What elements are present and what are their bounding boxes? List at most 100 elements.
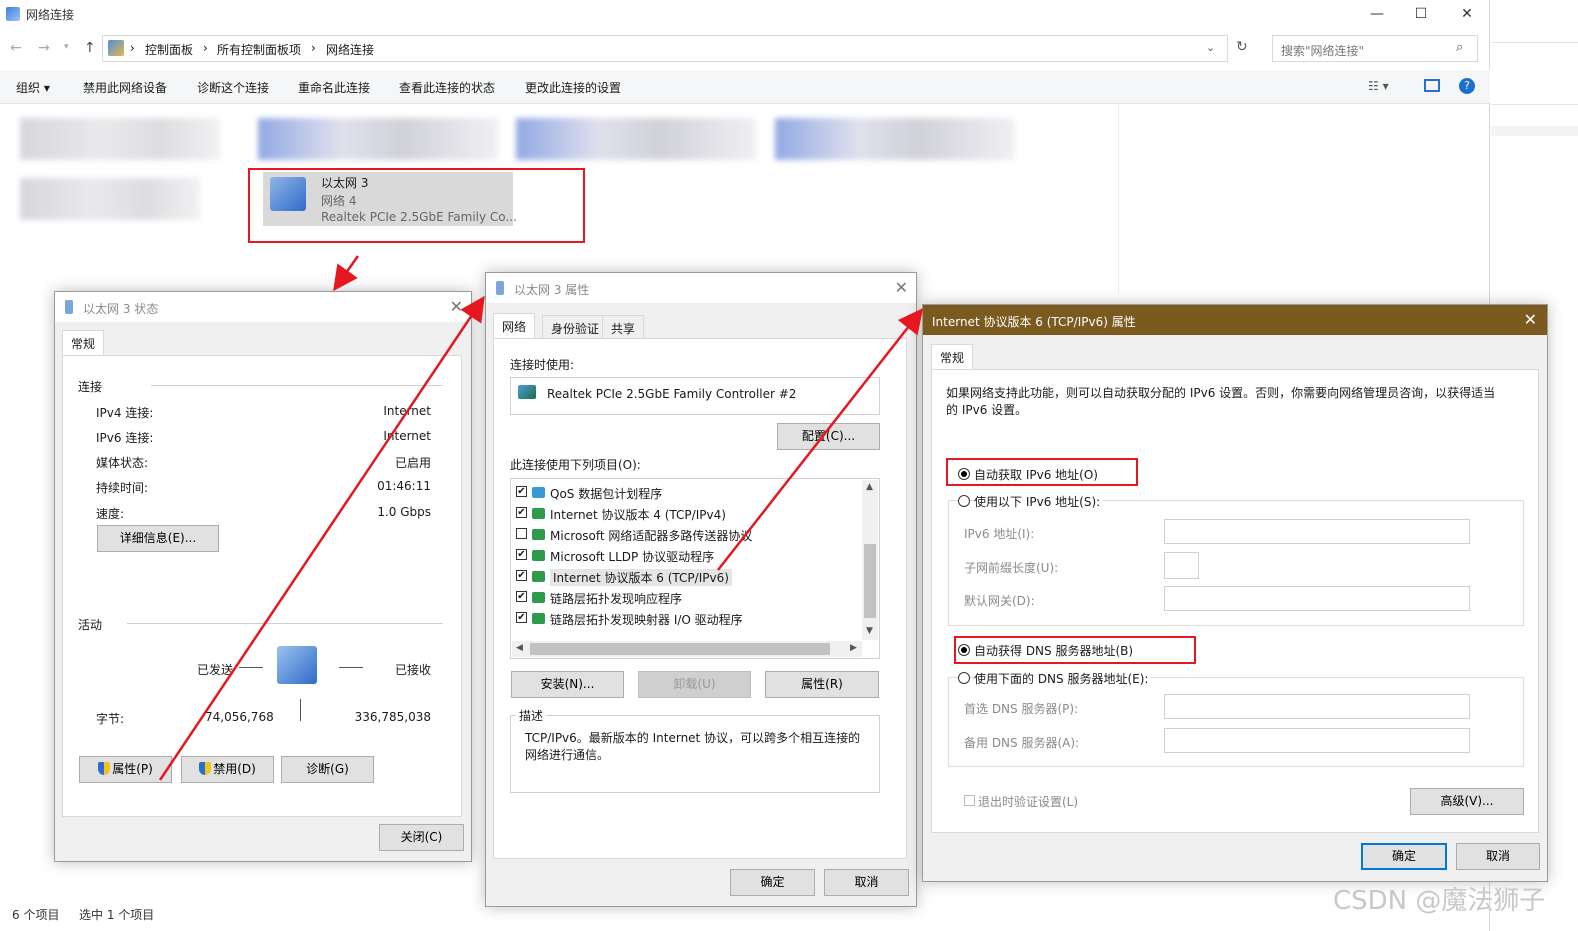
blurred-connection[interactable] [775, 118, 1015, 160]
tab-authentication[interactable]: 身份验证 [542, 315, 609, 339]
protocol-item[interactable]: ✔ Internet 协议版本 4 (TCP/IPv4) [516, 503, 856, 524]
search-input[interactable]: 搜索"网络连接" [1272, 35, 1478, 62]
gateway-field[interactable] [1164, 586, 1470, 611]
items-label: 此连接使用下列项目(O): [510, 458, 641, 472]
scroll-down-icon[interactable]: ▼ [866, 626, 873, 636]
prefix-length-field[interactable] [1164, 552, 1199, 579]
protocol-item-label: 链路层拓扑发现映射器 I/O 驱动程序 [550, 613, 743, 627]
diagnose-command[interactable]: 诊断这个连接 [197, 79, 269, 96]
protocol-item-label: Microsoft LLDP 协议驱动程序 [550, 550, 715, 564]
blurred-connection[interactable] [516, 118, 756, 160]
help-icon[interactable]: ? [1459, 78, 1475, 94]
close-icon[interactable]: ✕ [450, 297, 463, 316]
vertical-scrollbar[interactable]: ▲ ▼ [862, 480, 878, 640]
validate-on-exit-checkbox[interactable] [964, 795, 975, 806]
ipv6-general-panel: 如果网络支持此功能，则可以自动获取分配的 IPv6 设置。否则，你需要向网络管理… [931, 369, 1539, 833]
properties-button[interactable]: 属性(P) [79, 756, 172, 783]
blurred-connection[interactable] [20, 118, 220, 160]
highlight-box [954, 636, 1196, 664]
scroll-right-icon[interactable]: ▶ [850, 643, 857, 653]
scroll-up-icon[interactable]: ▲ [866, 482, 873, 492]
blurred-connection[interactable] [20, 178, 200, 220]
advanced-button[interactable]: 高级(V)... [1410, 788, 1524, 815]
protocol-item-label: Microsoft 网络适配器多路传送器协议 [550, 529, 753, 543]
install-button[interactable]: 安装(N)... [511, 671, 624, 698]
protocol-item-checkbox[interactable]: ✔ [516, 570, 527, 581]
protocol-item-checkbox[interactable]: ✔ [516, 507, 527, 518]
disable-device-command[interactable]: 禁用此网络设备 [83, 79, 167, 96]
minimize-button[interactable]: — [1354, 0, 1400, 30]
organize-menu[interactable]: 组织 ▾ [16, 79, 50, 96]
scroll-thumb[interactable] [530, 643, 830, 655]
address-dropdown-icon[interactable]: ⌄ [1206, 41, 1215, 54]
preview-pane-icon[interactable] [1424, 79, 1440, 92]
rename-command[interactable]: 重命名此连接 [298, 79, 370, 96]
close-icon[interactable]: ✕ [1524, 310, 1537, 329]
protocol-item[interactable]: ✔ 链路层拓扑发现响应程序 [516, 587, 856, 608]
protocol-item[interactable]: ✔ Internet 协议版本 6 (TCP/IPv6) [516, 566, 856, 587]
close-window-button[interactable]: ✕ [1444, 0, 1490, 30]
cancel-button[interactable]: 取消 [1456, 843, 1540, 870]
tab-sharing[interactable]: 共享 [602, 315, 645, 339]
preferred-dns-field[interactable] [1164, 694, 1470, 719]
disable-button[interactable]: 禁用(D) [181, 756, 274, 783]
manual-dns-label[interactable]: 使用下面的 DNS 服务器地址(E): [974, 670, 1152, 687]
configure-button[interactable]: 配置(C)... [777, 423, 880, 450]
ok-button[interactable]: 确定 [730, 869, 815, 896]
scroll-left-icon[interactable]: ◀ [516, 643, 523, 653]
protocol-icon [532, 571, 545, 582]
prefix-length-label: 子网前缀长度(U): [964, 561, 1059, 575]
intro-text: 如果网络支持此功能，则可以自动获取分配的 IPv6 设置。否则，你需要向网络管理… [946, 386, 1496, 417]
duration-label: 持续时间: [96, 481, 149, 495]
alternate-dns-field[interactable] [1164, 728, 1470, 753]
blurred-connection[interactable] [258, 118, 498, 160]
ipv6-dialog-title: Internet 协议版本 6 (TCP/IPv6) 属性 [932, 315, 1136, 329]
protocol-item[interactable]: ✔ QoS 数据包计划程序 [516, 482, 856, 503]
cancel-button[interactable]: 取消 [824, 869, 909, 896]
protocol-item[interactable]: Microsoft 网络适配器多路传送器协议 [516, 524, 856, 545]
close-button[interactable]: 关闭(C) [379, 824, 464, 851]
manual-ipv6-label[interactable]: 使用以下 IPv6 地址(S): [974, 493, 1104, 510]
breadcrumb-network[interactable]: 网络连接 [326, 41, 374, 58]
refresh-icon[interactable]: ↻ [1236, 39, 1248, 55]
breadcrumb-all-items[interactable]: 所有控制面板项 [217, 41, 301, 58]
scroll-thumb[interactable] [864, 544, 876, 618]
control-panel-icon [108, 40, 124, 56]
tab-general[interactable]: 常规 [62, 330, 105, 356]
view-status-command[interactable]: 查看此连接的状态 [399, 79, 495, 96]
maximize-button[interactable]: ☐ [1398, 0, 1444, 30]
manual-dns-radio[interactable] [958, 672, 970, 684]
tab-networking[interactable]: 网络 [493, 313, 536, 339]
protocol-item[interactable]: ✔ 链路层拓扑发现映射器 I/O 驱动程序 [516, 608, 856, 629]
protocol-item-checkbox[interactable]: ✔ [516, 612, 527, 623]
close-icon[interactable]: ✕ [895, 278, 908, 297]
details-button[interactable]: 详细信息(E)... [97, 525, 219, 552]
ipv6-properties-dialog: Internet 协议版本 6 (TCP/IPv6) 属性 ✕ 常规 如果网络支… [922, 304, 1548, 882]
uninstall-button[interactable]: 卸载(U) [638, 671, 751, 698]
breadcrumb-control-panel[interactable]: 控制面板 [145, 41, 193, 58]
manual-ipv6-radio[interactable] [958, 495, 970, 507]
protocol-item[interactable]: ✔ Microsoft LLDP 协议驱动程序 [516, 545, 856, 566]
gateway-label: 默认网关(D): [964, 594, 1035, 608]
protocol-item-checkbox[interactable]: ✔ [516, 486, 527, 497]
ipv6-address-field[interactable] [1164, 519, 1470, 544]
uac-shield-icon [199, 762, 212, 775]
up-arrow-icon[interactable]: ↑ [84, 40, 96, 56]
status-dialog: 以太网 3 状态 ✕ 常规 连接 IPv4 连接: Internet IPv6 … [54, 291, 472, 862]
change-settings-command[interactable]: 更改此连接的设置 [525, 79, 621, 96]
diagnose-button[interactable]: 诊断(G) [281, 756, 374, 783]
horizontal-scrollbar[interactable]: ◀ ▶ [512, 641, 862, 657]
validate-on-exit-label[interactable]: 退出时验证设置(L) [978, 793, 1078, 810]
recent-chevron-icon[interactable]: ▾ [64, 42, 69, 52]
protocol-item-label: QoS 数据包计划程序 [550, 487, 663, 501]
protocol-item-checkbox[interactable]: ✔ [516, 591, 527, 602]
view-options-icon[interactable]: ☷ ▾ [1368, 79, 1389, 93]
ok-button[interactable]: 确定 [1361, 843, 1447, 870]
item-properties-button[interactable]: 属性(R) [765, 671, 879, 698]
back-arrow-icon[interactable]: ← [10, 40, 22, 56]
connection-header: 连接 [78, 380, 103, 394]
forward-arrow-icon[interactable]: → [38, 40, 50, 56]
protocol-item-checkbox[interactable] [516, 528, 527, 539]
protocol-item-checkbox[interactable]: ✔ [516, 549, 527, 560]
tab-general[interactable]: 常规 [931, 344, 974, 370]
